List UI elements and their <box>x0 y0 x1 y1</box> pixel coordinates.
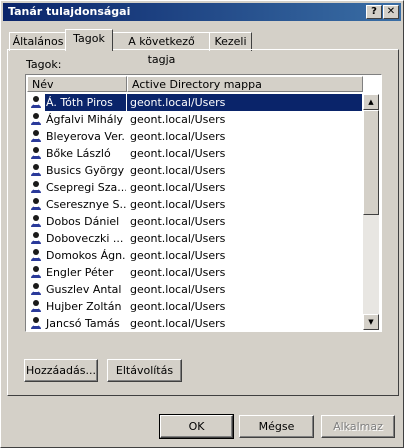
apply-button[interactable]: Alkalmaz <box>321 415 395 438</box>
member-name: Guszlev Antal <box>46 283 122 296</box>
table-row[interactable]: Hujber Zoltán geont.local/Users <box>27 298 362 315</box>
user-icon <box>31 181 41 193</box>
title-bar[interactable]: Tanár tulajdonságai ? ✕ <box>3 3 401 21</box>
member-name: Bleyerova Ver... <box>46 130 126 143</box>
table-row[interactable]: Domokos Ágn... geont.local/Users <box>27 247 362 264</box>
user-icon <box>31 249 41 261</box>
close-button[interactable]: ✕ <box>383 5 399 19</box>
user-icon <box>31 215 41 227</box>
member-path: geont.local/Users <box>130 198 226 211</box>
table-row[interactable]: Bőke László geont.local/Users <box>27 145 362 162</box>
table-row[interactable]: Ágfalvi Mihály geont.local/Users <box>27 111 362 128</box>
member-name: Ágfalvi Mihály <box>46 113 124 126</box>
user-icon <box>31 317 41 329</box>
member-name: Á. Tóth Piros <box>45 94 126 111</box>
scroll-up-arrow-icon[interactable]: ▲ <box>363 94 379 110</box>
help-button[interactable]: ? <box>366 5 382 19</box>
properties-dialog: Tanár tulajdonságai ? ✕ Általános Tagok … <box>0 0 404 448</box>
member-name: Busics György <box>46 164 125 177</box>
user-icon <box>31 147 41 159</box>
user-icon <box>31 130 41 142</box>
table-row[interactable]: Busics György geont.local/Users <box>27 162 362 179</box>
user-icon <box>31 283 41 295</box>
add-button-label: Hozzáadás... <box>26 364 96 377</box>
vertical-scrollbar[interactable]: ▲ ▼ <box>363 94 379 330</box>
member-path: geont.local/Users <box>130 113 226 126</box>
member-name: Jancsó Tamás <box>46 317 120 330</box>
user-icon <box>31 164 41 176</box>
member-name: Bőke László <box>46 147 111 160</box>
remove-button[interactable]: Eltávolítás <box>107 359 182 382</box>
user-icon <box>31 300 41 312</box>
scroll-thumb[interactable] <box>363 110 379 215</box>
member-name: Engler Péter <box>46 266 114 279</box>
member-path: geont.local/Users <box>130 232 226 245</box>
table-row[interactable]: Engler Péter geont.local/Users <box>27 264 362 281</box>
table-row[interactable]: Á. Tóth Piros geont.local/Users <box>27 93 363 112</box>
table-row[interactable]: Dobos Dániel geont.local/Users <box>27 213 362 230</box>
member-path: geont.local/Users <box>130 164 226 177</box>
member-path: geont.local/Users <box>130 130 226 143</box>
member-path: geont.local/Users <box>130 181 226 194</box>
member-name: Doboveczki ... <box>46 232 124 245</box>
table-row[interactable]: Jancsó Tamás geont.local/Users <box>27 315 362 331</box>
member-path: geont.local/Users <box>130 147 226 160</box>
user-icon <box>31 198 41 210</box>
user-icon <box>31 113 41 125</box>
member-path: geont.local/Users <box>130 266 226 279</box>
cancel-button[interactable]: Mégse <box>239 415 314 438</box>
member-path: geont.local/Users <box>130 215 226 228</box>
add-button[interactable]: Hozzáadás... <box>24 359 98 382</box>
member-name: Domokos Ágn... <box>46 249 126 262</box>
member-path: geont.local/Users <box>130 300 226 313</box>
ok-button[interactable]: OK <box>159 414 234 439</box>
user-icon <box>31 96 41 108</box>
column-header-name[interactable]: Név <box>27 76 127 92</box>
member-name: Dobos Dániel <box>46 215 120 228</box>
table-row[interactable]: Bleyerova Ver... geont.local/Users <box>27 128 362 145</box>
member-path: geont.local/Users <box>126 93 363 112</box>
column-header-path[interactable]: Active Directory mappa <box>127 76 363 92</box>
table-row[interactable]: Csepregi Sza... geont.local/Users <box>27 179 362 196</box>
scroll-down-arrow-icon[interactable]: ▼ <box>363 314 379 330</box>
members-label: Tagok: <box>26 58 62 71</box>
tab-tagok[interactable]: Tagok <box>65 29 113 51</box>
member-path: geont.local/Users <box>130 249 226 262</box>
member-name: Hujber Zoltán <box>46 300 122 313</box>
member-path: geont.local/Users <box>130 283 226 296</box>
remove-button-label: Eltávolítás <box>115 364 174 377</box>
table-row[interactable]: Doboveczki ... geont.local/Users <box>27 230 362 247</box>
table-row[interactable]: Cseresznye S... geont.local/Users <box>27 196 362 213</box>
user-icon <box>31 232 41 244</box>
tab-panel-tagok: Tagok: Név Active Directory mappa Á. Tót… <box>7 49 399 396</box>
window-title: Tanár tulajdonságai <box>8 5 131 18</box>
user-icon <box>31 266 41 278</box>
member-path: geont.local/Users <box>130 317 226 330</box>
member-rows: Á. Tóth Piros geont.local/Users Ágfalvi Mi… <box>27 93 363 331</box>
members-list[interactable]: Név Active Directory mappa Á. Tóth Piros… <box>25 74 382 332</box>
member-name: Csepregi Sza... <box>46 181 126 194</box>
table-row[interactable]: Guszlev Antal geont.local/Users <box>27 281 362 298</box>
member-name: Cseresznye S... <box>46 198 126 211</box>
